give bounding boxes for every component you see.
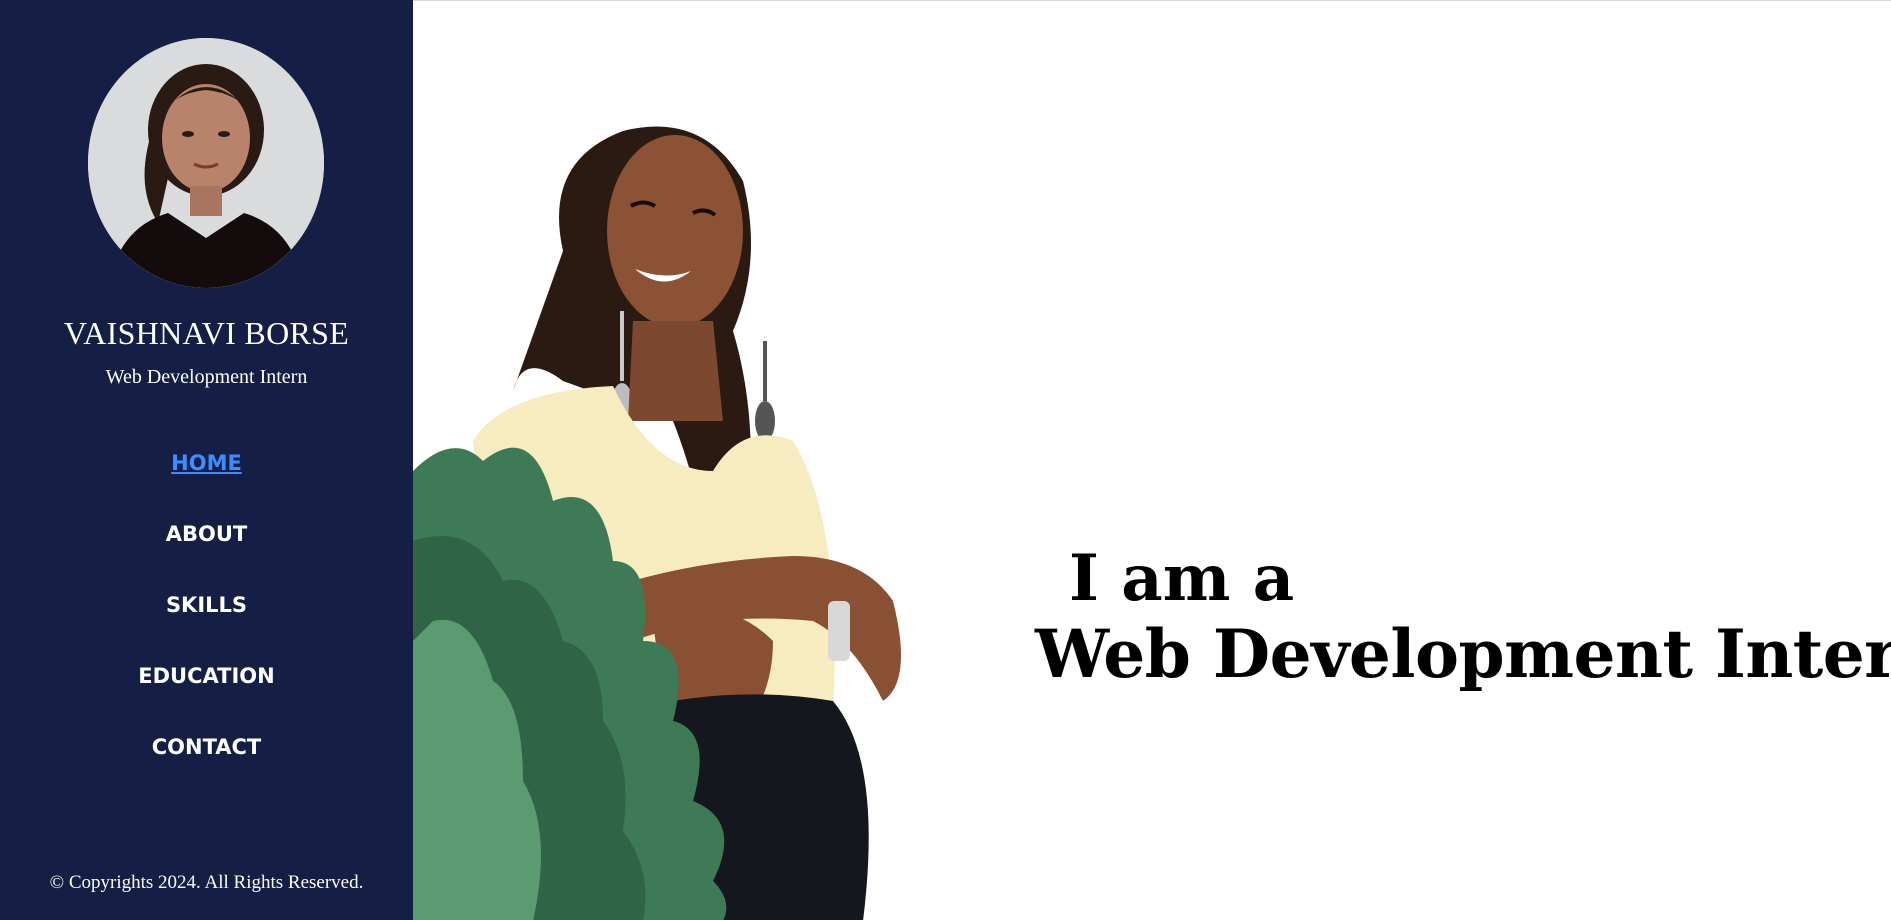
nav-item-about: ABOUT bbox=[0, 519, 413, 590]
nav-link-about[interactable]: ABOUT bbox=[166, 522, 248, 546]
nav-link-skills[interactable]: SKILLS bbox=[166, 593, 247, 617]
profile-name: VAISHNAVI BORSE bbox=[63, 315, 350, 351]
hero-section: I am a Web Development Intern bbox=[413, 0, 1891, 920]
nav-item-contact: CONTACT bbox=[0, 732, 413, 803]
nav-item-skills: SKILLS bbox=[0, 590, 413, 661]
profile-avatar bbox=[88, 38, 324, 288]
hero-headline-line1: I am a bbox=[1069, 541, 1295, 616]
hero-photo bbox=[413, 1, 1023, 920]
page: VAISHNAVI BORSE Web Development Intern H… bbox=[0, 0, 1891, 920]
nav-item-home: HOME bbox=[0, 448, 413, 519]
sidebar: VAISHNAVI BORSE Web Development Intern H… bbox=[0, 0, 413, 920]
copyright-text: © Copyrights 2024. All Rights Reserved. bbox=[49, 872, 364, 893]
nav-item-education: EDUCATION bbox=[0, 661, 413, 732]
nav-link-education[interactable]: EDUCATION bbox=[138, 664, 274, 688]
profile-role: Web Development Intern bbox=[105, 366, 308, 388]
hero-image bbox=[413, 1, 1023, 920]
nav-link-home[interactable]: HOME bbox=[171, 451, 242, 475]
hero-headline-line2: Web Development Intern bbox=[1035, 615, 1891, 693]
avatar-image bbox=[88, 38, 324, 288]
sidebar-nav: HOME ABOUT SKILLS EDUCATION CONTACT bbox=[0, 448, 413, 803]
nav-link-contact[interactable]: CONTACT bbox=[152, 735, 262, 759]
